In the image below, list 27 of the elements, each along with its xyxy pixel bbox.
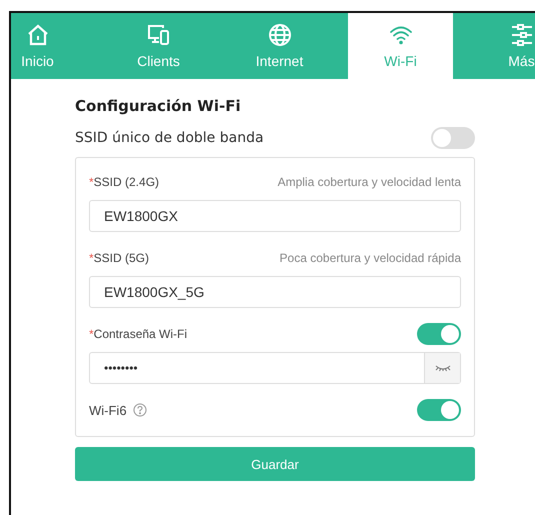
toggle-label: SSID único de doble banda: [75, 130, 264, 146]
devices-icon: [146, 23, 170, 47]
toggle-switch[interactable]: [431, 127, 475, 149]
section-title: Configuración Wi-Fi: [75, 97, 242, 115]
input-field[interactable]: EW1800GX: [89, 200, 461, 232]
home-icon: [26, 23, 50, 47]
input-field[interactable]: EW1800GX_5G: [89, 276, 461, 308]
field-hint: Amplia cobertura y velocidad lenta: [278, 175, 461, 189]
nav-tab[interactable]: Wi-Fi: [348, 13, 453, 79]
field-hint: Poca cobertura y velocidad rápida: [280, 251, 461, 265]
save-button[interactable]: Guardar: [75, 447, 475, 481]
nav-tab[interactable]: Clients: [98, 13, 219, 79]
toggle-switch[interactable]: [417, 399, 461, 421]
password-field[interactable]: ••••••••: [89, 352, 461, 384]
eye-toggle[interactable]: [424, 353, 460, 383]
field-label: *SSID (5G): [89, 251, 150, 265]
field-label: *Contraseña Wi-Fi: [89, 327, 188, 341]
globe-icon: [268, 23, 292, 47]
closed-eye-icon: [434, 364, 450, 372]
nav-tab[interactable]: Inicio: [11, 13, 98, 79]
toggle-switch[interactable]: [417, 323, 461, 345]
field-label: *SSID (2.4G): [89, 175, 160, 189]
nav-tab[interactable]: Internet: [219, 13, 340, 79]
sliders-icon: [510, 23, 534, 47]
help-icon[interactable]: [132, 403, 147, 417]
field-label: Wi-Fi6: [89, 402, 127, 418]
nav-tab[interactable]: Más: [461, 13, 535, 79]
